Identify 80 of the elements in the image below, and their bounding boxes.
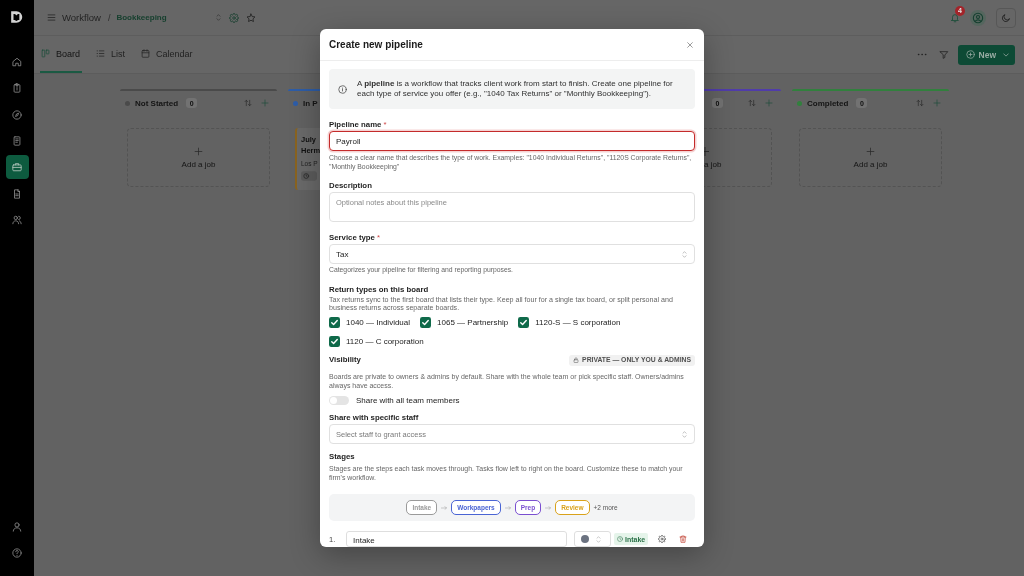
lock-icon [573, 357, 580, 363]
checkbox-label: 1120 — C corporation [346, 336, 424, 346]
avatar-icon[interactable] [970, 9, 986, 26]
column-title: Completed [807, 98, 849, 108]
board-icon [41, 49, 50, 58]
column-title: Not Started [135, 98, 179, 108]
clipboard-icon [12, 83, 22, 94]
file-icon [12, 188, 22, 199]
close-icon [686, 40, 694, 49]
menu-button[interactable] [47, 13, 56, 22]
column-accent-bar [288, 89, 320, 91]
close-button[interactable] [686, 40, 694, 49]
info-text: A pipeline is a workflow that tracks client work from start to finish. Create one pipeline for each type of service you offer (e.g., "1040 Tax Returns" or "Monthly Bookkeeping"). [357, 79, 674, 99]
info-icon [338, 84, 347, 94]
plus-icon [194, 146, 203, 156]
plus-icon[interactable] [765, 99, 773, 107]
settings-icon[interactable] [229, 12, 240, 23]
notifications-button[interactable] [950, 12, 960, 23]
arrow-icon [504, 505, 511, 510]
plus-icon[interactable] [261, 99, 269, 107]
list-icon [96, 49, 106, 58]
plus-circle-icon [965, 50, 975, 59]
help-icon [12, 548, 22, 558]
calendar-icon [141, 49, 151, 58]
checkbox[interactable] [329, 335, 340, 347]
stage-name-field[interactable]: Intake [346, 531, 567, 547]
users-icon [12, 214, 22, 225]
breadcrumb-link[interactable]: Workflow [62, 12, 101, 23]
compass-icon [12, 109, 22, 120]
pipeline-name-field[interactable]: Payroll [329, 131, 695, 151]
checkbox[interactable] [518, 316, 530, 328]
arrow-icon [441, 505, 448, 510]
view-tab[interactable]: List [95, 36, 128, 73]
dialog-title: Create new pipeline [329, 39, 423, 50]
new-button[interactable]: New [957, 44, 1015, 65]
checkbox-label: 1040 — Individual [346, 317, 411, 327]
star-icon[interactable] [246, 12, 257, 23]
theme-button[interactable] [996, 7, 1016, 28]
view-tab[interactable]: Board [40, 36, 83, 73]
add-job-button[interactable]: Add a job [799, 128, 942, 187]
updown-icon [216, 14, 222, 21]
updown-icon [682, 430, 687, 438]
chevron-down-icon [1003, 52, 1009, 57]
briefcase-icon [12, 162, 22, 173]
service-type-select[interactable]: Tax [329, 244, 695, 264]
logo-icon [10, 10, 24, 24]
updown-icon [682, 250, 687, 258]
toggle-label: Share with all team members [356, 395, 460, 405]
sort-icon[interactable] [748, 99, 756, 107]
moon-icon [1001, 12, 1011, 23]
more-icon[interactable] [916, 53, 927, 56]
arrow-icon [545, 505, 552, 510]
plus-icon [866, 146, 875, 156]
color-select[interactable] [574, 531, 611, 547]
nav-button[interactable] [5, 155, 29, 180]
sort-icon[interactable] [244, 99, 252, 107]
checkbox[interactable] [420, 316, 432, 328]
home-icon [12, 57, 22, 67]
breadcrumb-separator: / [107, 12, 111, 23]
board-select[interactable]: Bookkeeping [116, 13, 222, 22]
bell-icon [950, 12, 960, 23]
plus-icon [704, 146, 709, 156]
view-tab[interactable]: Calendar [140, 36, 195, 73]
document-icon [12, 136, 22, 146]
checkbox-label: 1120-S — S corporation [535, 317, 621, 327]
add-job-button[interactable]: Add a job [127, 128, 270, 187]
filter-icon[interactable] [938, 49, 949, 60]
trash-icon[interactable] [679, 535, 688, 543]
menu-icon [47, 13, 56, 22]
settings-icon[interactable] [658, 535, 667, 543]
sort-icon[interactable] [916, 99, 924, 107]
toggle-switch[interactable] [329, 395, 349, 405]
clock-icon [617, 536, 623, 542]
user-icon [12, 522, 22, 532]
column-title: In P [303, 98, 318, 108]
clock-icon [301, 171, 317, 181]
updown-icon [596, 535, 601, 543]
checkbox-label: 1065 — Partnership [437, 317, 509, 327]
checkbox[interactable] [329, 316, 340, 328]
plus-icon[interactable] [933, 99, 941, 107]
